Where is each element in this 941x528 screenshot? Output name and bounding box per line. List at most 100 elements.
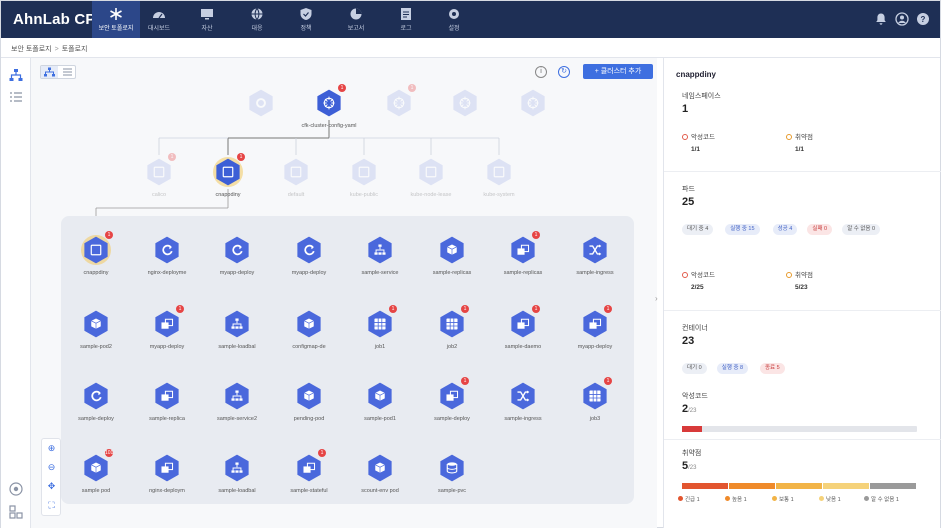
cluster-node[interactable]: 1 <box>371 84 427 134</box>
help-icon[interactable]: ? <box>916 12 930 26</box>
nav-label: 대시보드 <box>147 26 171 32</box>
workload-node[interactable]: sample-pvc <box>424 451 480 499</box>
status-chip: 대기 0 <box>682 363 707 374</box>
vulnerability-legend-item: 긴급 1 <box>678 495 700 503</box>
workload-node[interactable]: myapp-deploy 1 <box>567 305 623 355</box>
service-icon <box>225 382 249 410</box>
zoom-controls: ⊕ ⊖ ✥ ⛶ <box>41 438 61 516</box>
workload-node[interactable]: configmap-de <box>281 307 337 355</box>
workload-node[interactable]: sample-ingress <box>495 379 551 427</box>
node-label: sample-replica <box>149 416 185 422</box>
list-view-icon[interactable] <box>8 89 24 105</box>
topology-view-icon[interactable] <box>8 67 24 83</box>
box-icon <box>368 454 392 482</box>
breadcrumb-separator: > <box>54 46 59 53</box>
namespace-node[interactable]: kube-node-lease <box>403 155 459 203</box>
layout-icon[interactable] <box>8 504 24 520</box>
document-icon <box>401 8 411 20</box>
node-label: kube-node-lease <box>410 192 452 198</box>
namespace-malware: 악성코드 1/1 <box>682 131 715 153</box>
workload-node[interactable]: sample-service <box>352 233 408 281</box>
workload-node[interactable]: sample-loadbal <box>209 451 265 499</box>
malware-bar <box>682 426 917 432</box>
legend-dot-icon <box>864 496 869 501</box>
status-chip: 종료 5 <box>760 363 785 374</box>
workload-node[interactable]: sample-deploy <box>68 379 124 427</box>
globe-icon <box>251 8 263 20</box>
nav-item-monitor[interactable]: 자산 <box>183 1 231 38</box>
workload-node[interactable]: myapp-deploy <box>281 233 337 281</box>
malware-status-icon <box>682 134 688 140</box>
workload-node[interactable]: sample-service2 <box>209 379 265 427</box>
workload-node[interactable]: sample-loadbal <box>209 307 265 355</box>
workload-node[interactable]: cnappdiny 1 <box>68 231 124 281</box>
workload-node[interactable]: sample-replicas 1 <box>495 231 551 281</box>
workload-node[interactable]: pending-pod <box>281 379 337 427</box>
malware-bar-fill <box>682 426 703 432</box>
fit-center-icon[interactable]: ✥ <box>46 481 57 492</box>
workload-node[interactable]: job2 1 <box>424 305 480 355</box>
status-chip: 대기 중 4 <box>682 224 714 235</box>
cluster-node[interactable] <box>233 86 289 134</box>
box-icon <box>84 310 108 338</box>
namespace-node[interactable]: default <box>268 155 324 203</box>
nav-item-document[interactable]: 로그 <box>382 1 430 38</box>
cluster-node[interactable]: cfk-cluster-config-yaml 1 <box>301 84 357 134</box>
namespace-count: 1 <box>682 103 689 115</box>
panel-title: cnappdiny <box>676 70 717 79</box>
breadcrumb-current: 토폴로지 <box>61 46 88 53</box>
workload-node[interactable]: sample pod 101 <box>68 449 124 499</box>
zoom-in-icon[interactable]: ⊕ <box>46 443 57 454</box>
node-label: sample-replicas <box>503 270 543 276</box>
workload-node[interactable]: job1 1 <box>352 305 408 355</box>
workload-node[interactable]: myapp-deploy 1 <box>139 305 195 355</box>
settings-circle-icon[interactable] <box>8 481 24 497</box>
pvc-icon <box>440 454 464 482</box>
workload-node[interactable]: nginx-deploym <box>139 451 195 499</box>
deploy-icon <box>297 236 321 264</box>
workload-node[interactable]: sample-pod1 <box>352 379 408 427</box>
workload-node[interactable]: sample-pod2 <box>68 307 124 355</box>
deploy-icon <box>225 236 249 264</box>
node-label: kube-public <box>349 192 379 198</box>
zoom-out-icon[interactable]: ⊖ <box>46 462 57 473</box>
nav-item-globe[interactable]: 대응 <box>233 1 281 38</box>
service-icon <box>225 310 249 338</box>
malware-status-icon <box>682 272 688 278</box>
user-icon[interactable] <box>895 12 909 26</box>
workload-node[interactable]: myapp-deploy <box>209 233 265 281</box>
vulnerability-segment <box>823 483 869 489</box>
workload-node[interactable]: nginx-deployme <box>139 233 195 281</box>
workload-node[interactable]: sample-deploy 1 <box>424 377 480 427</box>
divider <box>664 439 941 440</box>
alert-badge: 1 <box>408 84 416 92</box>
boxes-icon <box>155 454 179 482</box>
alert-badge: 1 <box>532 231 540 239</box>
nav-item-asterisk[interactable]: 보안 토폴로지 <box>92 1 140 38</box>
workload-node[interactable]: sample-replicas <box>424 233 480 281</box>
deploy-icon <box>84 382 108 410</box>
nav-item-dashboard[interactable]: 대시보드 <box>135 1 183 38</box>
cluster-node[interactable] <box>505 86 561 134</box>
workload-node[interactable]: job3 1 <box>567 377 623 427</box>
topology-canvas[interactable]: i ↻ + 클러스터 추가 cfk-cluster-config-yaml 1 1 c… <box>31 58 657 528</box>
namespace-node[interactable]: calico 1 <box>131 153 187 203</box>
workload-node[interactable]: sample-stateful 1 <box>281 449 337 499</box>
breadcrumb-parent[interactable]: 보안 토폴로지 <box>11 46 52 53</box>
node-label: configmap-de <box>292 344 326 350</box>
workload-node[interactable]: sample-replica <box>139 379 195 427</box>
nav-item-gear[interactable]: 설정 <box>430 1 478 38</box>
namespace-node[interactable]: kube-public <box>336 155 392 203</box>
cluster-node[interactable] <box>437 86 493 134</box>
namespace-node[interactable]: kube-system <box>471 155 527 203</box>
nav-item-pie-chart[interactable]: 보고서 <box>332 1 380 38</box>
namespace-node[interactable]: cnappdiny 1 <box>200 153 256 203</box>
bell-icon[interactable] <box>874 12 888 26</box>
nav-item-shield[interactable]: 정책 <box>282 1 330 38</box>
workload-node[interactable]: sample-ingress <box>567 233 623 281</box>
workload-node[interactable]: scount-env pod <box>352 451 408 499</box>
workload-node[interactable]: sample-daemo 1 <box>495 305 551 355</box>
collapse-panel-icon[interactable]: › <box>655 294 663 308</box>
fullscreen-icon[interactable]: ⛶ <box>46 500 57 511</box>
nav-label: 보고서 <box>347 26 365 32</box>
